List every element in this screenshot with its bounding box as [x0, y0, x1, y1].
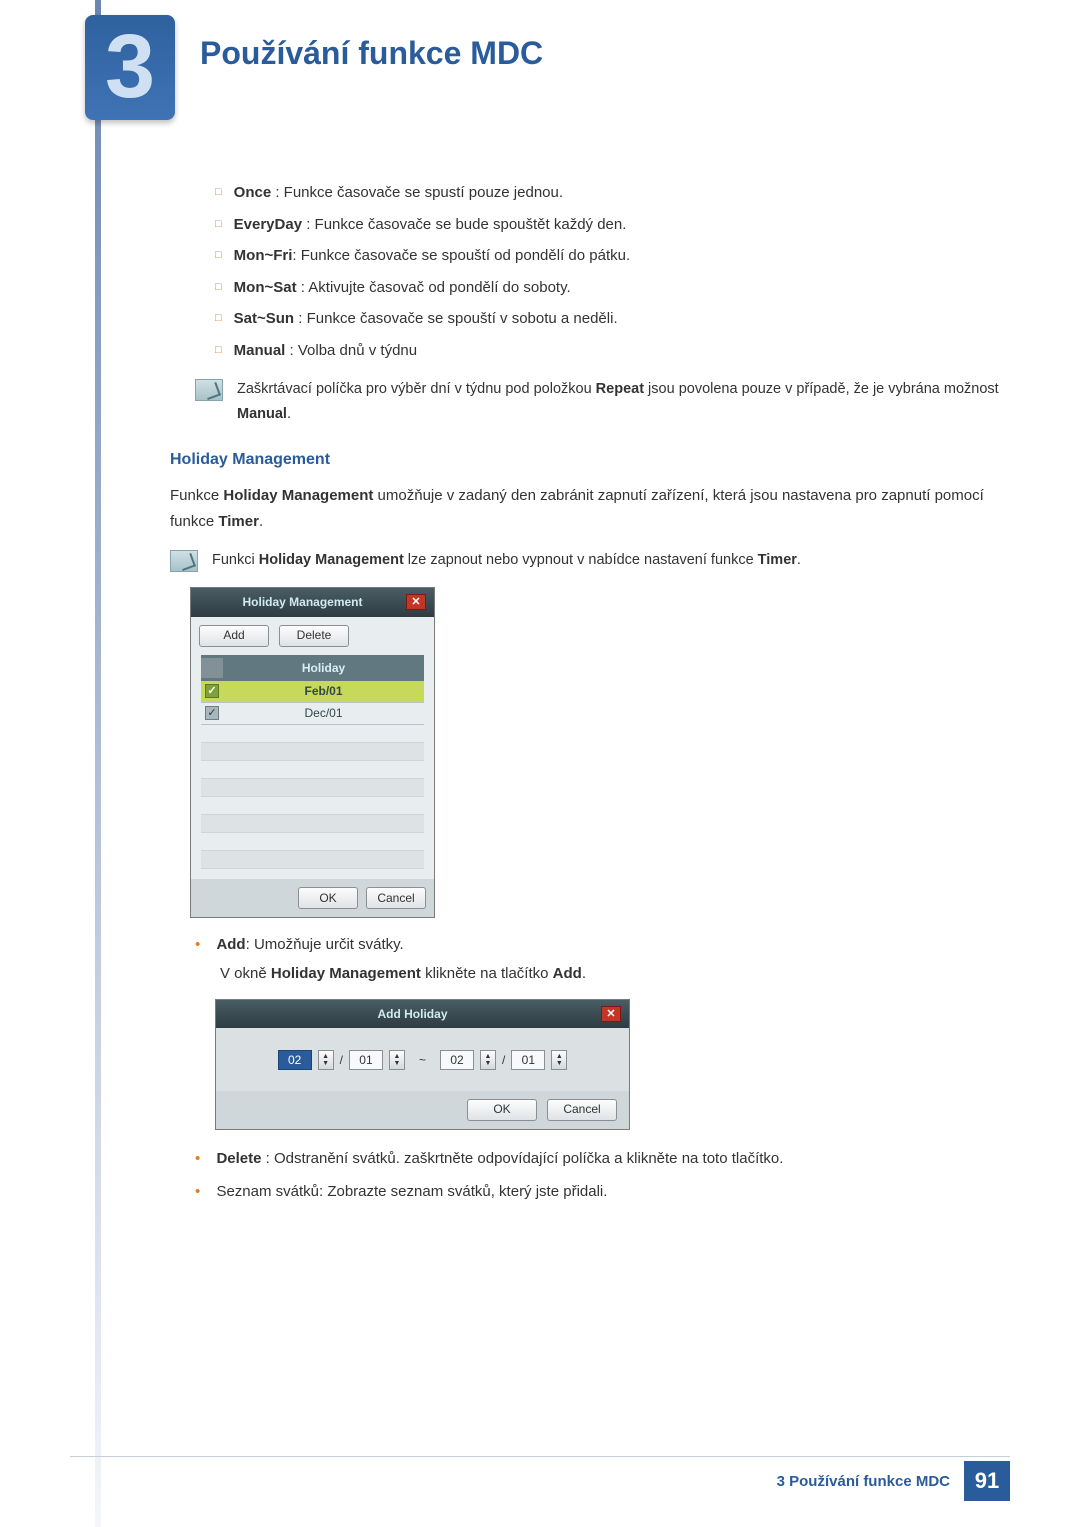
to-day-field[interactable]: 01 — [511, 1050, 545, 1070]
spinner-buttons[interactable]: ▲▼ — [480, 1050, 496, 1070]
content-area: Once : Funkce časovače se spustí pouze j… — [170, 180, 1000, 1213]
spinner-buttons[interactable]: ▲▼ — [551, 1050, 567, 1070]
table-header: Holiday — [201, 655, 424, 681]
add-holiday-dialog: Add Holiday ✕ 02 ▲▼ / 01 ▲▼ ~ 02 ▲▼ / 01… — [215, 999, 630, 1130]
cancel-button[interactable]: Cancel — [547, 1099, 617, 1121]
slash: / — [340, 1050, 343, 1070]
empty-row — [201, 851, 424, 869]
side-accent — [95, 0, 101, 1527]
from-month-field[interactable]: 02 — [278, 1050, 312, 1070]
dialog-title: Add Holiday — [224, 1004, 601, 1024]
header-holiday: Holiday — [223, 658, 424, 678]
dialog-footer: OK Cancel — [191, 879, 434, 917]
cancel-button[interactable]: Cancel — [366, 887, 426, 909]
note-text: Zaškrtávací políčka pro výběr dní v týdn… — [237, 377, 1000, 426]
spinner-buttons[interactable]: ▲▼ — [318, 1050, 334, 1070]
holiday-management-desc: Funkce Holiday Management umožňuje v zad… — [170, 483, 1000, 534]
note-icon — [170, 550, 198, 572]
ok-button[interactable]: OK — [298, 887, 358, 909]
list-item: Mon~Sat : Aktivujte časovač od pondělí d… — [215, 275, 1000, 301]
empty-row — [201, 833, 424, 851]
holiday-management-dialog: Holiday Management ✕ Add Delete Holiday … — [190, 587, 435, 918]
note-hm-timer: Funkci Holiday Management lze zapnout ne… — [170, 548, 1000, 573]
dialog-toolbar: Add Delete — [191, 617, 434, 655]
empty-row — [201, 761, 424, 779]
note-icon — [195, 379, 223, 401]
delete-button[interactable]: Delete — [279, 625, 349, 647]
close-icon[interactable]: ✕ — [406, 594, 426, 610]
dialog-titlebar: Add Holiday ✕ — [216, 1000, 629, 1028]
holiday-management-heading: Holiday Management — [170, 446, 1000, 473]
footer-rule — [70, 1456, 1010, 1457]
holiday-actions-list: Add: Umožňuje určit svátky. V okně Holid… — [170, 932, 1000, 1205]
timer-options-list: Once : Funkce časovače se spustí pouze j… — [170, 180, 1000, 363]
empty-row — [201, 725, 424, 743]
chapter-number: 3 — [105, 16, 155, 119]
list-item: Once : Funkce časovače se spustí pouze j… — [215, 180, 1000, 206]
to-month-field[interactable]: 02 — [440, 1050, 474, 1070]
note-text: Funkci Holiday Management lze zapnout ne… — [212, 548, 1000, 573]
ok-button[interactable]: OK — [467, 1099, 537, 1121]
dialog-body: 02 ▲▼ / 01 ▲▼ ~ 02 ▲▼ / 01 ▲▼ — [216, 1028, 629, 1090]
spinner-buttons[interactable]: ▲▼ — [389, 1050, 405, 1070]
page-footer: 3 Používání funkce MDC 91 — [777, 1461, 1010, 1501]
empty-row — [201, 797, 424, 815]
footer-label: 3 Používání funkce MDC — [777, 1473, 950, 1490]
slash: / — [502, 1050, 505, 1070]
checkbox-icon[interactable]: ✓ — [205, 684, 219, 698]
empty-row — [201, 815, 424, 833]
add-button[interactable]: Add — [199, 625, 269, 647]
empty-row — [201, 743, 424, 761]
list-item: Delete : Odstranění svátků. zaškrtněte o… — [195, 1146, 1000, 1172]
note-repeat-manual: Zaškrtávací políčka pro výběr dní v týdn… — [195, 377, 1000, 426]
sub-text: V okně Holiday Management klikněte na tl… — [195, 961, 1000, 987]
page-number: 91 — [964, 1461, 1010, 1501]
checkbox-icon[interactable]: ✓ — [205, 706, 219, 720]
empty-row — [201, 779, 424, 797]
page-title: Používání funkce MDC — [200, 35, 543, 72]
from-day-field[interactable]: 01 — [349, 1050, 383, 1070]
dialog-footer: OK Cancel — [216, 1091, 629, 1129]
list-item: Mon~Fri: Funkce časovače se spouští od p… — [215, 243, 1000, 269]
header-checkbox-col — [201, 658, 223, 678]
range-separator: ~ — [419, 1050, 426, 1070]
list-item: Seznam svátků: Zobrazte seznam svátků, k… — [195, 1179, 1000, 1205]
close-icon[interactable]: ✕ — [601, 1006, 621, 1022]
table-row[interactable]: ✓ Dec/01 — [201, 703, 424, 725]
dialog-body: Holiday ✓ Feb/01 ✓ Dec/01 — [191, 655, 434, 879]
dialog-title: Holiday Management — [199, 592, 406, 612]
list-item: EveryDay : Funkce časovače se bude spouš… — [215, 212, 1000, 238]
chapter-badge: 3 — [85, 15, 175, 120]
list-item: Add: Umožňuje určit svátky. V okně Holid… — [195, 932, 1000, 1130]
cell-value: Feb/01 — [223, 681, 424, 701]
list-item: Sat~Sun : Funkce časovače se spouští v s… — [215, 306, 1000, 332]
table-row[interactable]: ✓ Feb/01 — [201, 681, 424, 703]
cell-value: Dec/01 — [223, 703, 424, 723]
dialog-titlebar: Holiday Management ✕ — [191, 588, 434, 616]
list-item: Manual : Volba dnů v týdnu — [215, 338, 1000, 364]
